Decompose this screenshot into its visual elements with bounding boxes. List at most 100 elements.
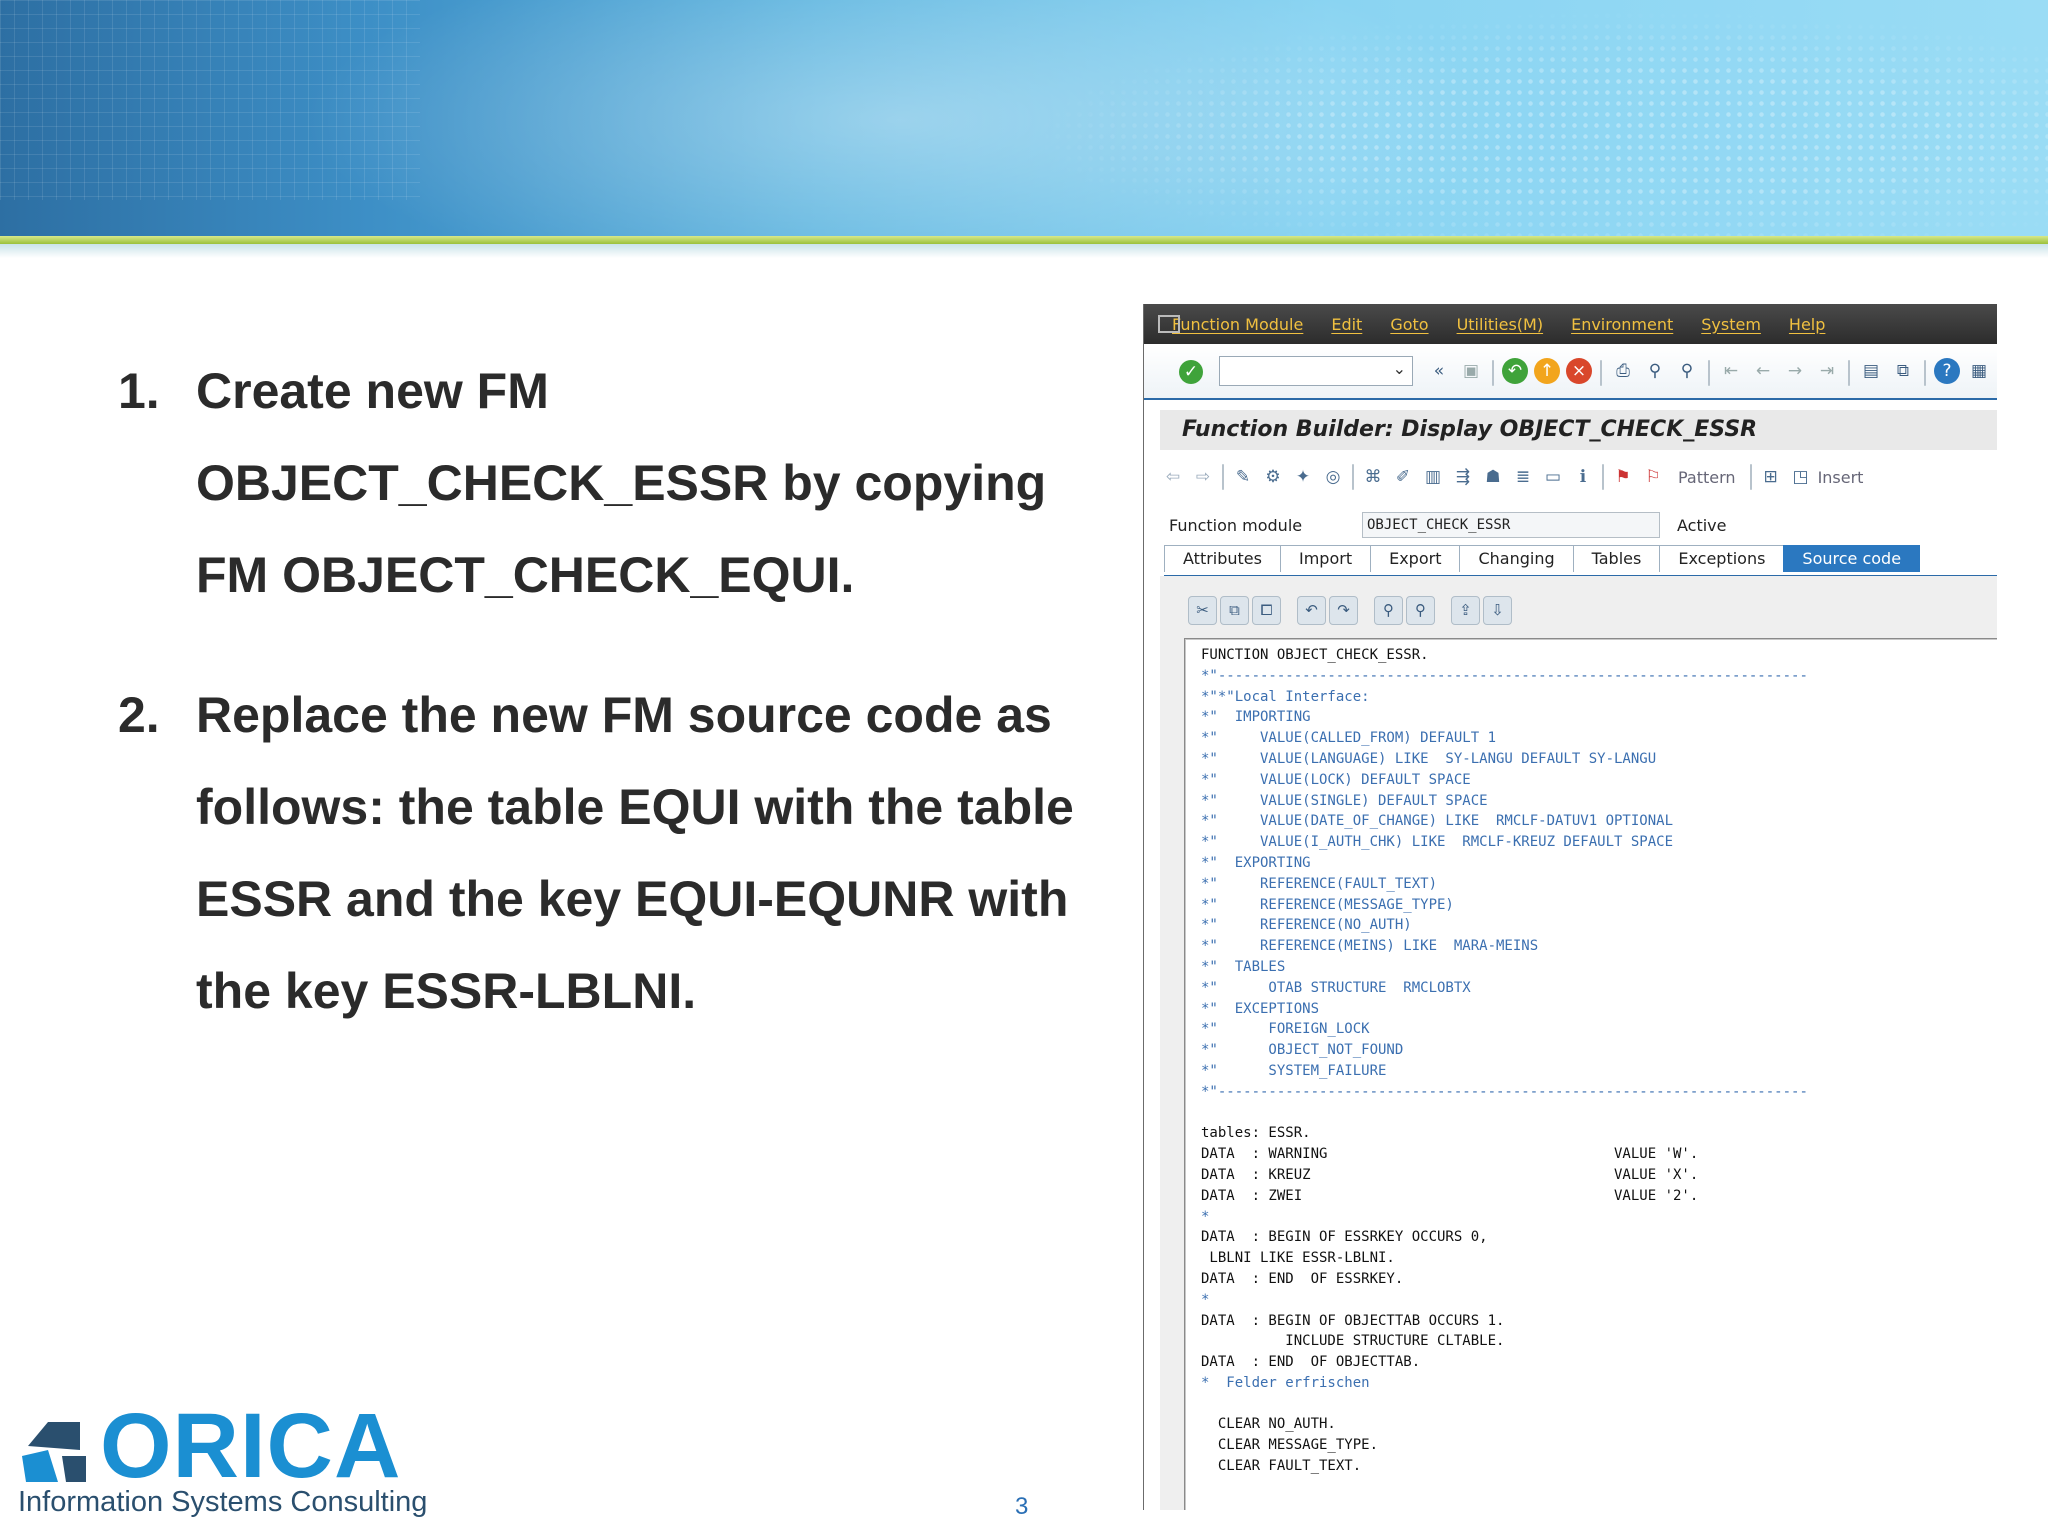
search-next-icon[interactable]: ⚲	[1406, 596, 1435, 625]
stack-icon[interactable]: ☗	[1480, 464, 1506, 490]
tab-source-code[interactable]: Source code	[1783, 545, 1921, 572]
cancel-icon[interactable]: ×	[1566, 358, 1592, 384]
cut-icon[interactable]: ✂	[1188, 596, 1217, 625]
item-number: 1.	[118, 363, 160, 419]
check-icon[interactable]: ◎	[1320, 464, 1346, 490]
back-icon[interactable]: «	[1426, 358, 1452, 384]
code-line: *" VALUE(LANGUAGE) LIKE SY-LANGU DEFAULT…	[1201, 750, 1657, 767]
code-line: *" OTAB STRUCTURE RMCLOBTX	[1201, 979, 1471, 996]
tab-import[interactable]: Import	[1279, 545, 1372, 572]
tab-changing[interactable]: Changing	[1459, 545, 1574, 572]
screen-title: Function Builder: Display OBJECT_CHECK_E…	[1160, 410, 1997, 450]
layout-icon[interactable]: ▦	[1966, 358, 1992, 384]
menu-edit[interactable]: Edit	[1331, 315, 1362, 334]
redo-icon[interactable]: ↷	[1329, 596, 1358, 625]
save-icon[interactable]: ▣	[1458, 358, 1484, 384]
logo-wordmark: ORICA	[100, 1395, 402, 1497]
test-icon[interactable]: ⚑	[1610, 464, 1636, 490]
window-menu-icon[interactable]	[1158, 315, 1180, 333]
item-number: 2.	[118, 687, 160, 743]
next-page-icon[interactable]: →	[1782, 358, 1808, 384]
function-module-row: Function module OBJECT_CHECK_ESSR Active	[1169, 512, 1989, 538]
search-icon[interactable]: ⚲	[1374, 596, 1403, 625]
debug-icon[interactable]: ⚐	[1640, 464, 1666, 490]
upload-icon[interactable]: ⇪	[1451, 596, 1480, 625]
code-line: *"--------------------------------------…	[1201, 1083, 1808, 1100]
menu-system[interactable]: System	[1701, 315, 1761, 334]
code-line: DATA : ZWEI VALUE '2'.	[1201, 1187, 1699, 1204]
insert-icon[interactable]: ◳	[1788, 464, 1814, 490]
code-line: DATA : END OF OBJECTTAB.	[1201, 1354, 1421, 1371]
find-icon[interactable]: ⚲	[1642, 358, 1668, 384]
where-used-icon[interactable]: ⌘	[1360, 464, 1386, 490]
function-module-field[interactable]: OBJECT_CHECK_ESSR	[1362, 512, 1660, 538]
navigate-icon[interactable]: ▥	[1420, 464, 1446, 490]
code-line: *" VALUE(SINGLE) DEFAULT SPACE	[1201, 792, 1488, 809]
item-line: ESSR and the key EQUI-EQUNR with	[196, 871, 1069, 927]
header-banner	[0, 0, 2048, 240]
toolbar-separator	[1352, 464, 1354, 490]
back-green-icon[interactable]: ↶	[1502, 358, 1528, 384]
source-code-editor[interactable]: FUNCTION OBJECT_CHECK_ESSR. *"-----------…	[1184, 638, 1997, 1510]
code-line: *" REFERENCE(FAULT_TEXT)	[1201, 875, 1438, 892]
copy-icon[interactable]: ⧉	[1220, 596, 1249, 625]
code-line: * Felder erfrischen	[1201, 1374, 1370, 1391]
info-box-icon[interactable]: ▭	[1540, 464, 1566, 490]
frame-icon[interactable]: ≣	[1510, 464, 1536, 490]
tab-export[interactable]: Export	[1370, 545, 1461, 572]
tab-tables[interactable]: Tables	[1572, 545, 1661, 572]
source-code-text: FUNCTION OBJECT_CHECK_ESSR. *"-----------…	[1185, 639, 1997, 1477]
tab-exceptions[interactable]: Exceptions	[1659, 545, 1785, 572]
menu-goto[interactable]: Goto	[1390, 315, 1428, 334]
instruction-item-1: 1. Create new FM OBJECT_CHECK_ESSR by co…	[118, 345, 1098, 621]
item-line: OBJECT_CHECK_ESSR by copying	[196, 455, 1047, 511]
display-change-icon[interactable]: ⚙	[1260, 464, 1286, 490]
hierarchy-icon[interactable]: ⇶	[1450, 464, 1476, 490]
download-icon[interactable]: ⇩	[1483, 596, 1512, 625]
first-page-icon[interactable]: ⇤	[1718, 358, 1744, 384]
sap-window: Function Module Edit Goto Utilities(M) E…	[1143, 304, 1997, 1510]
command-field[interactable]: ⌄	[1219, 356, 1413, 386]
activate-icon[interactable]: ✦	[1290, 464, 1316, 490]
exit-icon[interactable]: ↑	[1534, 358, 1560, 384]
chevron-down-icon[interactable]: ⌄	[1393, 359, 1406, 378]
shortcut-icon[interactable]: ⧉	[1890, 358, 1916, 384]
change-icon[interactable]: ✎	[1230, 464, 1256, 490]
forward-arrow-icon[interactable]: ⇨	[1190, 464, 1216, 490]
code-line: DATA : WARNING VALUE 'W'.	[1201, 1146, 1699, 1163]
code-line: *" REFERENCE(MESSAGE_TYPE)	[1201, 896, 1454, 913]
pattern-icon[interactable]: ⊞	[1758, 464, 1784, 490]
standard-toolbar: ✓ ⌄ « ▣ ↶ ↑ × ⎙ ⚲ ⚲ ⇤ ← → ⇥ ▤ ⧉ ? ▦	[1144, 346, 1997, 400]
toolbar-separator	[1708, 360, 1710, 386]
code-line: *	[1201, 1208, 1210, 1225]
paste-icon[interactable]: ⧠	[1252, 596, 1281, 625]
menu-utilities[interactable]: Utilities(M)	[1457, 315, 1544, 334]
help-icon[interactable]: ?	[1934, 358, 1960, 384]
code-line: DATA : KREUZ VALUE 'X'.	[1201, 1166, 1699, 1183]
info-icon[interactable]: ℹ	[1570, 464, 1596, 490]
menu-function-module[interactable]: Function Module	[1172, 315, 1303, 334]
menu-help[interactable]: Help	[1789, 315, 1825, 334]
toolbar-separator	[1749, 464, 1752, 490]
print-icon[interactable]: ⎙	[1610, 358, 1636, 384]
instruction-item-2: 2. Replace the new FM source code as fol…	[118, 669, 1098, 1037]
find-next-icon[interactable]: ⚲	[1674, 358, 1700, 384]
previous-page-icon[interactable]: ←	[1750, 358, 1776, 384]
banner-fade-stripe	[0, 244, 2048, 258]
menu-environment[interactable]: Environment	[1571, 315, 1673, 334]
back-arrow-icon[interactable]: ⇦	[1160, 464, 1186, 490]
tab-attributes[interactable]: Attributes	[1164, 545, 1281, 572]
edit-object-icon[interactable]: ✐	[1390, 464, 1416, 490]
code-line: *" VALUE(DATE_OF_CHANGE) LIKE RMCLF-DATU…	[1201, 813, 1674, 830]
insert-button[interactable]: Insert	[1818, 468, 1864, 487]
enter-check-icon[interactable]: ✓	[1179, 360, 1203, 384]
toolbar-separator	[1222, 464, 1224, 490]
undo-icon[interactable]: ↶	[1297, 596, 1326, 625]
pattern-button[interactable]: Pattern	[1678, 468, 1736, 487]
sap-menubar: Function Module Edit Goto Utilities(M) E…	[1144, 304, 1997, 344]
item-line: the key ESSR-LBLNI.	[196, 963, 697, 1019]
code-line: DATA : END OF ESSRKEY.	[1201, 1270, 1404, 1287]
new-session-icon[interactable]: ▤	[1858, 358, 1884, 384]
last-page-icon[interactable]: ⇥	[1814, 358, 1840, 384]
editor-toolbar: ✂ ⧉ ⧠ ↶ ↷ ⚲ ⚲ ⇪ ⇩	[1188, 596, 1512, 625]
